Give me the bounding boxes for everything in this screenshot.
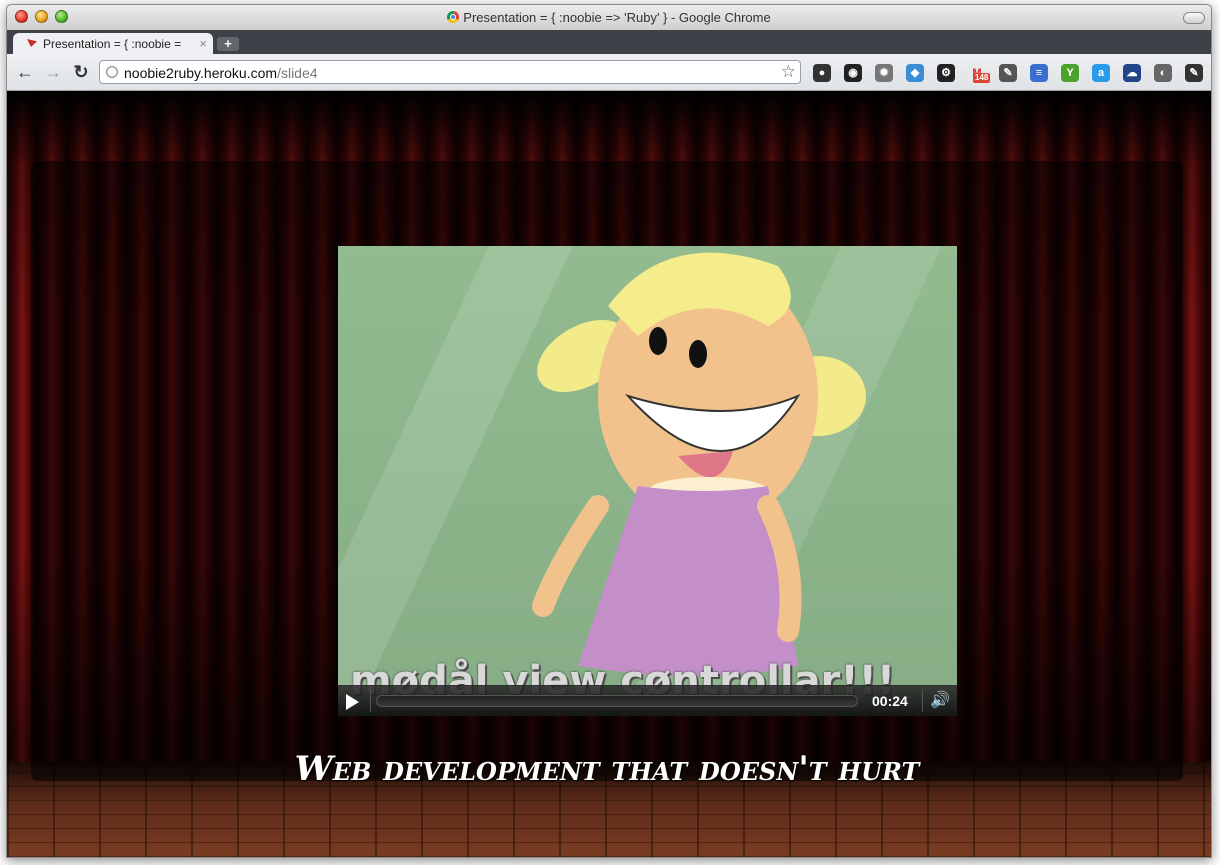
dropbox-icon[interactable]: ◆	[906, 64, 924, 82]
gmail-icon[interactable]: M148	[968, 64, 991, 83]
control-divider	[922, 690, 923, 712]
browser-window: Presentation = { :noobie => 'Ruby' } - G…	[6, 4, 1212, 858]
a-icon[interactable]: a	[1092, 64, 1110, 82]
reload-button[interactable]: ↻	[71, 62, 91, 82]
globe-icon	[106, 66, 118, 78]
gear-spiky-icon[interactable]: ✹	[875, 64, 893, 82]
favicon-icon	[27, 39, 37, 47]
tab-presentation[interactable]: Presentation = { :noobie = ×	[13, 33, 213, 55]
page-viewport: mødål view çøntrollar!!! 00:24 🔊 Web dev…	[7, 91, 1211, 857]
tab-close-icon[interactable]: ×	[199, 36, 207, 51]
forward-button[interactable]: →	[43, 62, 63, 82]
notes-icon[interactable]: ≡	[1030, 64, 1048, 82]
drop-icon[interactable]: ◐	[1154, 64, 1172, 82]
window-title: Presentation = { :noobie => 'Ruby' } - G…	[463, 10, 771, 25]
video-controls: 00:24 🔊	[338, 685, 957, 716]
slide-caption: Web development that doesn't hurt	[294, 749, 920, 789]
back-button[interactable]: ←	[15, 62, 35, 82]
video-player[interactable]: mødål view çøntrollar!!! 00:24 🔊	[338, 246, 957, 716]
bookmark-star-icon[interactable]: ☆	[781, 62, 796, 82]
wrench-icon[interactable]: ✎	[1185, 64, 1203, 82]
settings-icon[interactable]: ⚙	[937, 64, 955, 82]
toolbar-toggle-button[interactable]	[1183, 12, 1205, 24]
new-tab-button[interactable]: +	[217, 37, 239, 51]
github-icon[interactable]: ●	[813, 64, 831, 82]
browser-toolbar: ← → ↻ noobie2ruby.heroku.com/slide4 ☆ ● ◉…	[7, 54, 1211, 91]
title-bar: Presentation = { :noobie => 'Ruby' } - G…	[7, 5, 1211, 31]
slide-panel: mødål view çøntrollar!!! 00:24 🔊 Web dev…	[31, 161, 1183, 789]
unread-count-badge: 148	[973, 73, 991, 83]
current-time: 00:24	[872, 693, 908, 709]
seek-bar[interactable]	[376, 695, 858, 707]
play-icon[interactable]	[346, 694, 359, 710]
cartoon-girl-image	[532, 252, 866, 676]
window-title-container: Presentation = { :noobie => 'Ruby' } - G…	[7, 10, 1211, 25]
address-bar[interactable]: noobie2ruby.heroku.com/slide4 ☆	[99, 60, 801, 84]
chrome-logo-icon	[447, 11, 460, 23]
tab-strip: Presentation = { :noobie = × +	[7, 30, 1211, 55]
control-divider	[370, 690, 371, 712]
url-host: noobie2ruby.heroku.com	[124, 65, 278, 81]
volume-icon[interactable]: 🔊	[930, 690, 950, 710]
eyedropper-icon[interactable]: ✎	[999, 64, 1017, 82]
cloud-icon[interactable]: ☁	[1123, 64, 1141, 82]
url-path: /slide4	[277, 65, 318, 81]
video-frame	[338, 246, 957, 716]
tab-title: Presentation = { :noobie =	[43, 37, 182, 51]
sprout-icon[interactable]: Y	[1061, 64, 1079, 82]
url-text[interactable]: noobie2ruby.heroku.com/slide4	[124, 65, 318, 81]
color-wheel-icon[interactable]: ◉	[844, 64, 862, 82]
